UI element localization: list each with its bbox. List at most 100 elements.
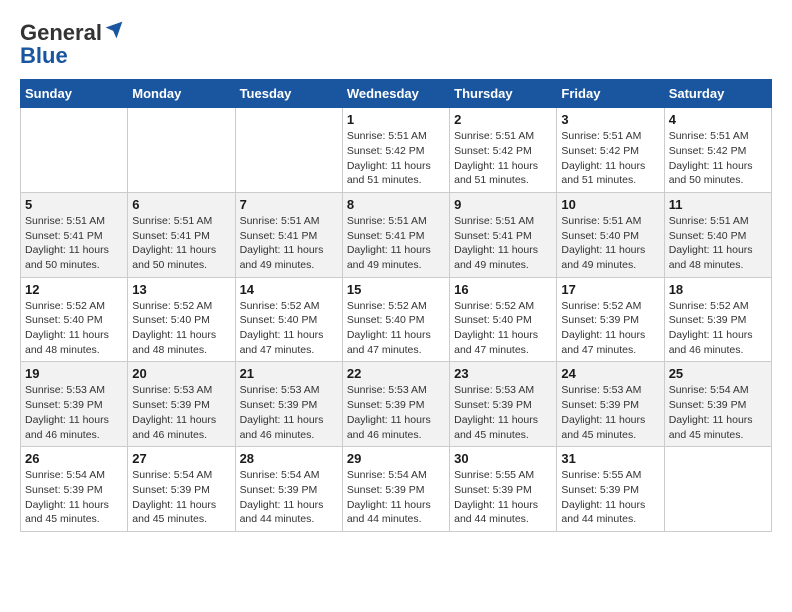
day-info: Sunrise: 5:55 AM Sunset: 5:39 PM Dayligh… xyxy=(454,468,552,527)
day-info: Sunrise: 5:51 AM Sunset: 5:40 PM Dayligh… xyxy=(561,214,659,273)
day-number: 26 xyxy=(25,451,123,466)
day-number: 4 xyxy=(669,112,767,127)
logo-general: General xyxy=(20,20,102,45)
day-number: 25 xyxy=(669,366,767,381)
day-number: 7 xyxy=(240,197,338,212)
day-number: 28 xyxy=(240,451,338,466)
day-number: 5 xyxy=(25,197,123,212)
calendar-cell xyxy=(128,108,235,193)
day-info: Sunrise: 5:53 AM Sunset: 5:39 PM Dayligh… xyxy=(561,383,659,442)
week-row-2: 5 Sunrise: 5:51 AM Sunset: 5:41 PM Daylig… xyxy=(21,192,772,277)
day-info: Sunrise: 5:51 AM Sunset: 5:41 PM Dayligh… xyxy=(132,214,230,273)
calendar-cell: 6 Sunrise: 5:51 AM Sunset: 5:41 PM Daylig… xyxy=(128,192,235,277)
day-info: Sunrise: 5:54 AM Sunset: 5:39 PM Dayligh… xyxy=(347,468,445,527)
day-info: Sunrise: 5:53 AM Sunset: 5:39 PM Dayligh… xyxy=(454,383,552,442)
day-number: 1 xyxy=(347,112,445,127)
calendar-cell: 4 Sunrise: 5:51 AM Sunset: 5:42 PM Daylig… xyxy=(664,108,771,193)
calendar-cell: 10Sunrise: 5:51 AM Sunset: 5:40 PM Dayli… xyxy=(557,192,664,277)
weekday-header-tuesday: Tuesday xyxy=(235,80,342,108)
calendar-cell: 15 Sunrise: 5:52 AM Sunset: 5:40 PM Dayli… xyxy=(342,277,449,362)
calendar-cell: 18 Sunrise: 5:52 AM Sunset: 5:39 PM Dayli… xyxy=(664,277,771,362)
calendar-cell: 5 Sunrise: 5:51 AM Sunset: 5:41 PM Daylig… xyxy=(21,192,128,277)
day-number: 3 xyxy=(561,112,659,127)
logo-bird-icon xyxy=(104,20,124,40)
calendar-cell: 23 Sunrise: 5:53 AM Sunset: 5:39 PM Dayli… xyxy=(450,362,557,447)
weekday-header-wednesday: Wednesday xyxy=(342,80,449,108)
calendar-cell xyxy=(21,108,128,193)
day-number: 24 xyxy=(561,366,659,381)
calendar-cell: 11 Sunrise: 5:51 AM Sunset: 5:40 PM Dayli… xyxy=(664,192,771,277)
day-info: Sunrise: 5:52 AM Sunset: 5:39 PM Dayligh… xyxy=(561,299,659,358)
calendar-cell: 12Sunrise: 5:52 AM Sunset: 5:40 PM Dayli… xyxy=(21,277,128,362)
day-number: 2 xyxy=(454,112,552,127)
day-info: Sunrise: 5:52 AM Sunset: 5:40 PM Dayligh… xyxy=(347,299,445,358)
calendar-cell: 7Sunrise: 5:51 AM Sunset: 5:41 PM Daylig… xyxy=(235,192,342,277)
calendar-cell: 14Sunrise: 5:52 AM Sunset: 5:40 PM Dayli… xyxy=(235,277,342,362)
logo-text: General Blue xyxy=(20,20,124,69)
day-info: Sunrise: 5:51 AM Sunset: 5:42 PM Dayligh… xyxy=(561,129,659,188)
day-info: Sunrise: 5:52 AM Sunset: 5:39 PM Dayligh… xyxy=(669,299,767,358)
week-row-3: 12Sunrise: 5:52 AM Sunset: 5:40 PM Dayli… xyxy=(21,277,772,362)
calendar-cell: 30Sunrise: 5:55 AM Sunset: 5:39 PM Dayli… xyxy=(450,447,557,532)
day-number: 6 xyxy=(132,197,230,212)
day-info: Sunrise: 5:55 AM Sunset: 5:39 PM Dayligh… xyxy=(561,468,659,527)
calendar-table: SundayMondayTuesdayWednesdayThursdayFrid… xyxy=(20,79,772,532)
day-info: Sunrise: 5:52 AM Sunset: 5:40 PM Dayligh… xyxy=(454,299,552,358)
weekday-header-sunday: Sunday xyxy=(21,80,128,108)
day-number: 19 xyxy=(25,366,123,381)
day-info: Sunrise: 5:53 AM Sunset: 5:39 PM Dayligh… xyxy=(347,383,445,442)
day-info: Sunrise: 5:54 AM Sunset: 5:39 PM Dayligh… xyxy=(132,468,230,527)
day-info: Sunrise: 5:53 AM Sunset: 5:39 PM Dayligh… xyxy=(25,383,123,442)
page-header: General Blue xyxy=(20,20,772,69)
calendar-cell: 27Sunrise: 5:54 AM Sunset: 5:39 PM Dayli… xyxy=(128,447,235,532)
calendar-cell xyxy=(664,447,771,532)
calendar-cell: 16 Sunrise: 5:52 AM Sunset: 5:40 PM Dayli… xyxy=(450,277,557,362)
day-number: 13 xyxy=(132,282,230,297)
calendar-cell: 1 Sunrise: 5:51 AM Sunset: 5:42 PM Daylig… xyxy=(342,108,449,193)
day-info: Sunrise: 5:51 AM Sunset: 5:42 PM Dayligh… xyxy=(669,129,767,188)
day-info: Sunrise: 5:52 AM Sunset: 5:40 PM Dayligh… xyxy=(132,299,230,358)
week-row-1: 1 Sunrise: 5:51 AM Sunset: 5:42 PM Daylig… xyxy=(21,108,772,193)
calendar-cell: 20Sunrise: 5:53 AM Sunset: 5:39 PM Dayli… xyxy=(128,362,235,447)
weekday-header-saturday: Saturday xyxy=(664,80,771,108)
day-info: Sunrise: 5:54 AM Sunset: 5:39 PM Dayligh… xyxy=(240,468,338,527)
calendar-cell: 24 Sunrise: 5:53 AM Sunset: 5:39 PM Dayli… xyxy=(557,362,664,447)
day-info: Sunrise: 5:51 AM Sunset: 5:42 PM Dayligh… xyxy=(454,129,552,188)
calendar-cell: 17 Sunrise: 5:52 AM Sunset: 5:39 PM Dayli… xyxy=(557,277,664,362)
calendar-cell: 19 Sunrise: 5:53 AM Sunset: 5:39 PM Dayli… xyxy=(21,362,128,447)
day-info: Sunrise: 5:51 AM Sunset: 5:42 PM Dayligh… xyxy=(347,129,445,188)
day-number: 29 xyxy=(347,451,445,466)
day-number: 18 xyxy=(669,282,767,297)
day-number: 23 xyxy=(454,366,552,381)
calendar-cell: 29 Sunrise: 5:54 AM Sunset: 5:39 PM Dayli… xyxy=(342,447,449,532)
day-info: Sunrise: 5:51 AM Sunset: 5:41 PM Dayligh… xyxy=(347,214,445,273)
calendar-cell: 22 Sunrise: 5:53 AM Sunset: 5:39 PM Dayli… xyxy=(342,362,449,447)
weekday-header-friday: Friday xyxy=(557,80,664,108)
calendar-cell: 26 Sunrise: 5:54 AM Sunset: 5:39 PM Dayli… xyxy=(21,447,128,532)
day-number: 21 xyxy=(240,366,338,381)
day-info: Sunrise: 5:53 AM Sunset: 5:39 PM Dayligh… xyxy=(240,383,338,442)
calendar-cell: 31Sunrise: 5:55 AM Sunset: 5:39 PM Dayli… xyxy=(557,447,664,532)
day-number: 11 xyxy=(669,197,767,212)
day-info: Sunrise: 5:54 AM Sunset: 5:39 PM Dayligh… xyxy=(25,468,123,527)
calendar-cell: 3 Sunrise: 5:51 AM Sunset: 5:42 PM Daylig… xyxy=(557,108,664,193)
day-number: 15 xyxy=(347,282,445,297)
calendar-cell: 2 Sunrise: 5:51 AM Sunset: 5:42 PM Daylig… xyxy=(450,108,557,193)
calendar-cell xyxy=(235,108,342,193)
day-number: 14 xyxy=(240,282,338,297)
day-number: 9 xyxy=(454,197,552,212)
day-number: 17 xyxy=(561,282,659,297)
calendar-cell: 9Sunrise: 5:51 AM Sunset: 5:41 PM Daylig… xyxy=(450,192,557,277)
day-info: Sunrise: 5:51 AM Sunset: 5:40 PM Dayligh… xyxy=(669,214,767,273)
calendar-cell: 28 Sunrise: 5:54 AM Sunset: 5:39 PM Dayli… xyxy=(235,447,342,532)
day-number: 22 xyxy=(347,366,445,381)
day-number: 8 xyxy=(347,197,445,212)
day-info: Sunrise: 5:54 AM Sunset: 5:39 PM Dayligh… xyxy=(669,383,767,442)
day-info: Sunrise: 5:51 AM Sunset: 5:41 PM Dayligh… xyxy=(25,214,123,273)
logo: General Blue xyxy=(20,20,124,69)
calendar-cell: 25 Sunrise: 5:54 AM Sunset: 5:39 PM Dayli… xyxy=(664,362,771,447)
day-number: 16 xyxy=(454,282,552,297)
calendar-cell: 8 Sunrise: 5:51 AM Sunset: 5:41 PM Daylig… xyxy=(342,192,449,277)
day-number: 20 xyxy=(132,366,230,381)
day-info: Sunrise: 5:52 AM Sunset: 5:40 PM Dayligh… xyxy=(25,299,123,358)
